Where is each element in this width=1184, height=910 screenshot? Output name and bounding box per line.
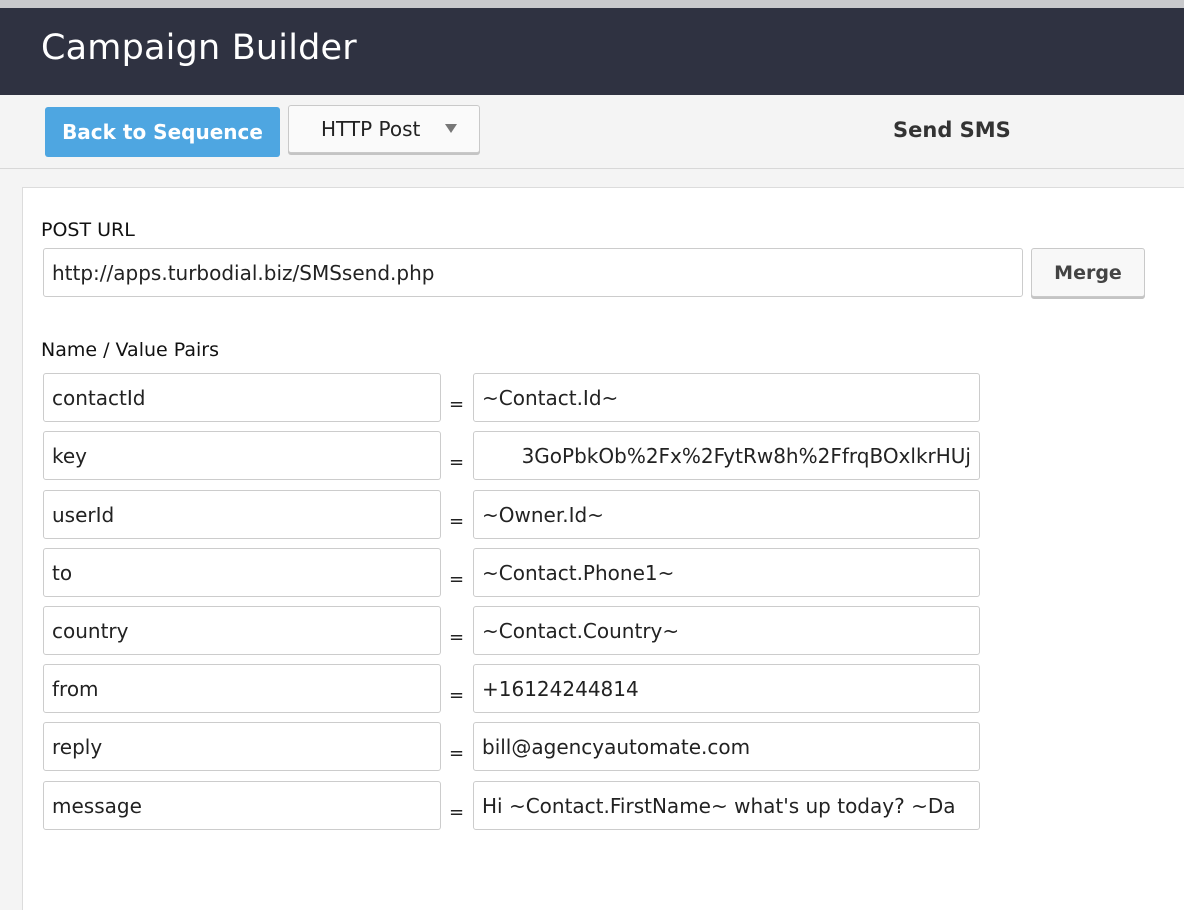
post-url-value: http://apps.turbodial.biz/SMSsend.php bbox=[52, 260, 435, 285]
back-to-sequence-button[interactable]: Back to Sequence bbox=[45, 107, 280, 157]
post-url-input[interactable]: http://apps.turbodial.biz/SMSsend.php bbox=[43, 248, 1023, 297]
step-heading: Send SMS bbox=[893, 118, 1011, 142]
equals-sign: = bbox=[449, 452, 465, 473]
pair-value-input[interactable]: ~Owner.Id~ bbox=[473, 490, 980, 539]
pair-value-input[interactable]: ~Contact.Phone1~ bbox=[473, 548, 980, 597]
pair-name-input[interactable]: key bbox=[43, 431, 441, 480]
equals-sign: = bbox=[449, 569, 465, 590]
merge-button[interactable]: Merge bbox=[1031, 248, 1145, 297]
pair-name-input[interactable]: userId bbox=[43, 490, 441, 539]
app-title: Campaign Builder bbox=[41, 28, 357, 68]
post-url-label: POST URL bbox=[41, 219, 135, 241]
method-select-value: HTTP Post bbox=[321, 117, 421, 141]
pair-name-input[interactable]: reply bbox=[43, 722, 441, 771]
pair-value-input[interactable]: bill@agencyautomate.com bbox=[473, 722, 980, 771]
app-header: Campaign Builder bbox=[0, 8, 1184, 95]
window-top-strip bbox=[0, 0, 1184, 8]
pair-value-input[interactable]: Hi ~Contact.FirstName~ what's up today? … bbox=[473, 781, 980, 830]
pair-value-input[interactable]: +16124244814 bbox=[473, 664, 980, 713]
pair-value-input[interactable]: ~Contact.Id~ bbox=[473, 373, 980, 422]
pair-value-input[interactable]: 3GoPbkOb%2Fx%2FytRw8h%2FfrqBOxlkrHUj bbox=[473, 431, 980, 480]
pair-name-input[interactable]: country bbox=[43, 606, 441, 655]
equals-sign: = bbox=[449, 511, 465, 532]
equals-sign: = bbox=[449, 802, 465, 823]
equals-sign: = bbox=[449, 743, 465, 764]
method-select[interactable]: HTTP Post bbox=[288, 105, 480, 153]
pair-name-input[interactable]: to bbox=[43, 548, 441, 597]
pair-name-input[interactable]: message bbox=[43, 781, 441, 830]
pairs-label: Name / Value Pairs bbox=[41, 339, 219, 361]
caret-down-icon bbox=[445, 124, 457, 133]
pair-value-input[interactable]: ~Contact.Country~ bbox=[473, 606, 980, 655]
equals-sign: = bbox=[449, 685, 465, 706]
pair-name-input[interactable]: from bbox=[43, 664, 441, 713]
equals-sign: = bbox=[449, 627, 465, 648]
pair-name-input[interactable]: contactId bbox=[43, 373, 441, 422]
equals-sign: = bbox=[449, 394, 465, 415]
toolbar: Back to Sequence HTTP Post Send SMS bbox=[0, 95, 1184, 169]
